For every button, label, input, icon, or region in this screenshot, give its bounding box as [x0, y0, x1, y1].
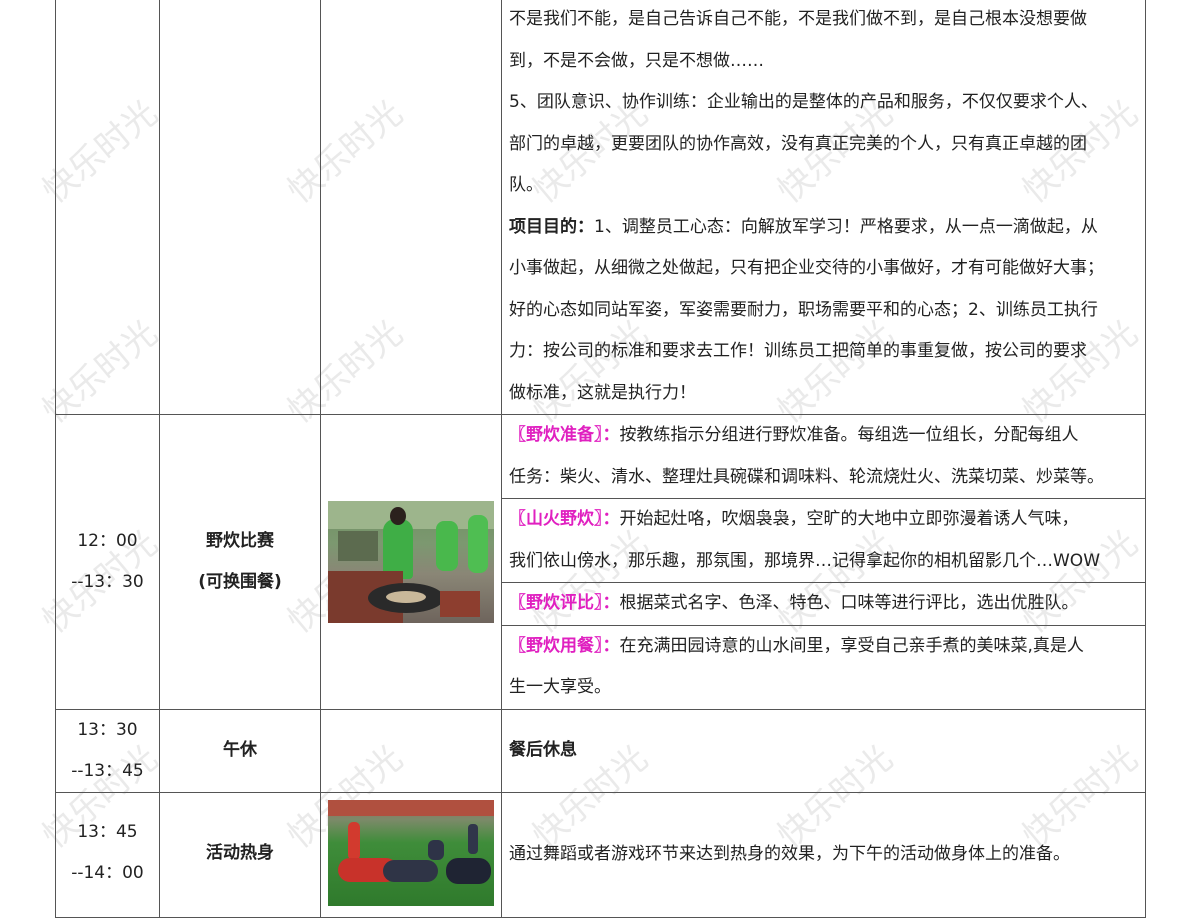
text-line: 做标准，这就是执行力！	[509, 382, 696, 403]
description-cell: 〖野炊准备〗：按教练指示分组进行野炊准备。每组选一位组长，分配每组人 任务：柴火…	[501, 414, 1146, 710]
purpose-label: 项目目的：	[509, 216, 594, 237]
table-row: 12：00 --13：30 野炊比赛 (可换围餐) 〖野炊准备〗：按教练指示分组…	[55, 414, 1146, 710]
text-line: 力：按公司的标准和要求去工作！训练员工把简单的事重复做，按公司的要求	[509, 341, 1087, 361]
sub-label: 〖野炊准备〗：	[509, 425, 620, 445]
table-row: 13：30 --13：45 午休 餐后休息	[55, 708, 1146, 793]
time-cell: 13：30 --13：45	[55, 708, 160, 793]
image-cell	[320, 708, 502, 793]
table-row: 不是我们不能，是自己告诉自己不能，不是我们做不到，是自己根本没想要做 到，不是不…	[55, 0, 1146, 415]
text-line: 5、团队意识、协作训练：企业输出的是整体的产品和服务，不仅仅要求个人、	[509, 92, 1098, 112]
text-line: 项目目的：1、调整员工心态：向解放军学习！严格要求，从一点一滴做起，从	[509, 216, 1098, 237]
name-cell: 活动热身	[159, 791, 321, 918]
sub-label: 〖山火野炊〗：	[509, 509, 620, 529]
text-line: 不是我们不能，是自己告诉自己不能，不是我们做不到，是自己根本没想要做	[509, 9, 1087, 29]
time-cell	[55, 0, 160, 415]
sub-item-cooking: 〖山火野炊〗：开始起灶咯，吹烟袅袅，空旷的大地中立即弥漫着诱人气味， 我们依山傍…	[502, 499, 1145, 583]
description-cell: 通过舞蹈或者游戏环节来达到热身的效果，为下午的活动做身体上的准备。	[501, 791, 1146, 918]
description-cell: 不是我们不能，是自己告诉自己不能，不是我们做不到，是自己根本没想要做 到，不是不…	[501, 0, 1146, 415]
text-line: 到，不是不会做，只是不想做……	[509, 50, 764, 71]
time-cell: 13：45 --14：00	[55, 791, 160, 918]
text-line: 部门的卓越，更要团队的协作高效，没有真正完美的个人，只有真正卓越的团	[509, 133, 1087, 154]
text-line: 小事做起，从细微之处做起，只有把企业交待的小事做好，才有可能做好大事；	[509, 258, 1104, 278]
time-cell: 12：00 --13：30	[55, 414, 160, 710]
cooking-photo	[328, 500, 494, 623]
image-cell	[320, 0, 502, 415]
name-cell: 野炊比赛 (可换围餐)	[159, 414, 321, 710]
image-cell	[320, 414, 502, 710]
warmup-photo	[328, 799, 494, 906]
sub-item-dining: 〖野炊用餐〗：在充满田园诗意的山水间里，享受自己亲手煮的美味菜,真是人 生一大享…	[509, 635, 1084, 698]
text-line: 好的心态如同站军姿，军姿需要耐力，职场需要平和的心态；2、训练员工执行	[509, 299, 1098, 320]
table-row: 13：45 --14：00 活动热身 通过舞蹈或者游戏环节来达到热身的效果，为下…	[55, 791, 1146, 918]
sub-item-prepare: 〖野炊准备〗：按教练指示分组进行野炊准备。每组选一位组长，分配每组人 任务：柴火…	[502, 415, 1145, 499]
text-line: 队。	[509, 175, 543, 195]
sub-label: 〖野炊评比〗：	[509, 593, 620, 613]
sub-item-judging: 〖野炊评比〗：根据菜式名字、色泽、特色、口味等进行评比，选出优胜队。	[502, 583, 1145, 626]
description-cell: 餐后休息	[501, 708, 1146, 793]
image-cell	[320, 791, 502, 918]
name-cell: 午休	[159, 708, 321, 793]
name-cell	[159, 0, 321, 415]
sub-label: 〖野炊用餐〗：	[509, 635, 620, 656]
schedule-table: 不是我们不能，是自己告诉自己不能，不是我们做不到，是自己根本没想要做 到，不是不…	[55, 0, 1146, 918]
